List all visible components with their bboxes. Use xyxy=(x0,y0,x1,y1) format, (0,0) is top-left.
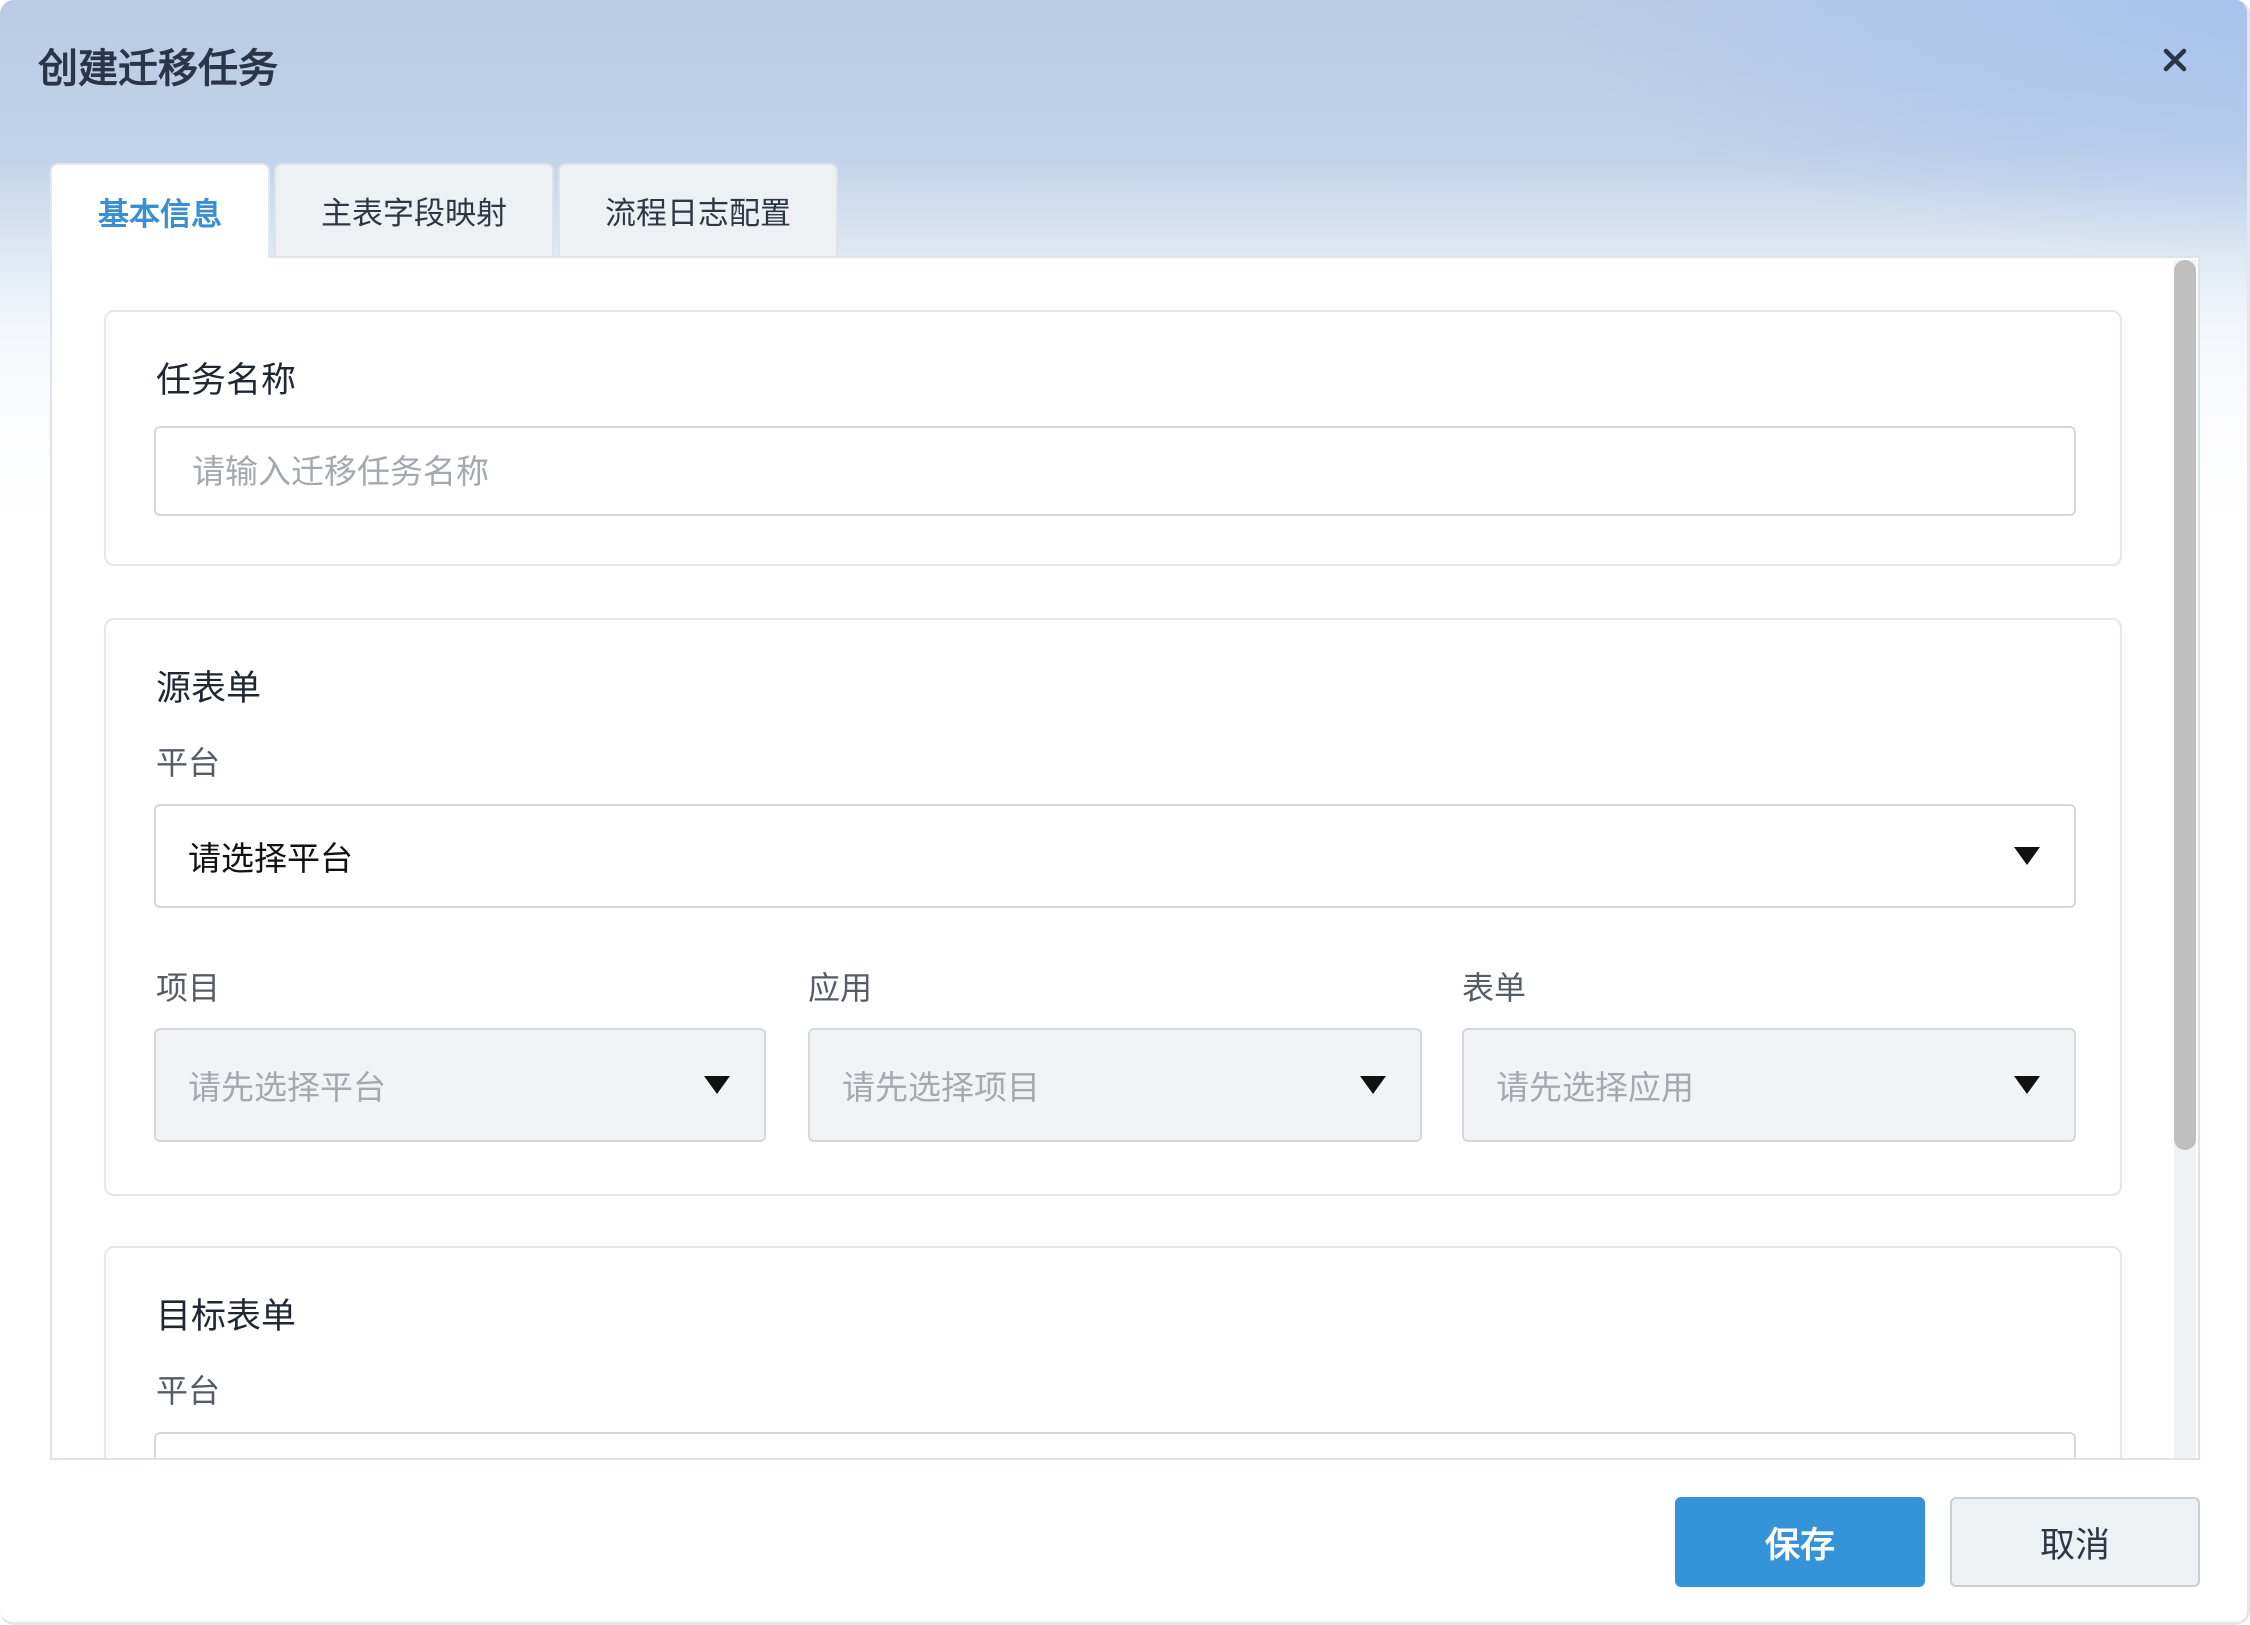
caret-down-icon xyxy=(2014,847,2040,865)
save-button[interactable]: 保存 xyxy=(1675,1497,1925,1587)
scrollbar-thumb[interactable] xyxy=(2174,260,2196,1150)
source-platform-select[interactable]: 请选择平台 xyxy=(154,804,2076,908)
source-project-select[interactable]: 请先选择平台 xyxy=(154,1028,766,1142)
source-form-value: 请先选择应用 xyxy=(1496,1068,1694,1107)
source-project-value: 请先选择平台 xyxy=(188,1068,386,1107)
source-app-value: 请先选择项目 xyxy=(842,1068,1040,1107)
caret-down-icon xyxy=(1360,1076,1386,1094)
tab-content-panel: 任务名称 源表单 平台 请选择平台 项目 请先选择平台 应用 请先选择项目 表单 xyxy=(50,256,2200,1460)
tab-process-log-config[interactable]: 流程日志配置 xyxy=(558,163,838,256)
target-platform-label: 平台 xyxy=(156,1372,221,1410)
tab-bar: 基本信息 主表字段映射 流程日志配置 xyxy=(50,163,842,258)
source-platform-value: 请选择平台 xyxy=(188,839,353,878)
caret-down-icon xyxy=(704,1076,730,1094)
close-icon xyxy=(2163,48,2187,72)
target-form-title: 目标表单 xyxy=(156,1297,297,1337)
source-form-select[interactable]: 请先选择应用 xyxy=(1462,1028,2076,1142)
source-form-card: 源表单 平台 请选择平台 项目 请先选择平台 应用 请先选择项目 表单 请先选择… xyxy=(104,618,2122,1196)
target-platform-select[interactable] xyxy=(154,1432,2076,1458)
cancel-button[interactable]: 取消 xyxy=(1950,1497,2200,1587)
dialog-title: 创建迁移任务 xyxy=(38,46,278,92)
tab-main-field-mapping[interactable]: 主表字段映射 xyxy=(274,163,554,256)
task-name-input[interactable] xyxy=(154,426,2076,516)
task-name-title: 任务名称 xyxy=(156,361,297,401)
source-project-label: 项目 xyxy=(156,969,221,1007)
create-migration-task-dialog: 创建迁移任务 基本信息 主表字段映射 流程日志配置 任务名称 源表单 平台 请选… xyxy=(0,0,2250,1625)
source-app-select[interactable]: 请先选择项目 xyxy=(808,1028,1422,1142)
tab-basic-info[interactable]: 基本信息 xyxy=(50,163,270,258)
source-form-label: 表单 xyxy=(1462,969,1527,1007)
task-name-card: 任务名称 xyxy=(104,310,2122,566)
source-form-title: 源表单 xyxy=(156,669,262,709)
close-button[interactable] xyxy=(2155,40,2195,80)
target-form-card: 目标表单 平台 xyxy=(104,1246,2122,1458)
caret-down-icon xyxy=(2014,1076,2040,1094)
source-platform-label: 平台 xyxy=(156,744,221,782)
vertical-scrollbar[interactable] xyxy=(2174,260,2196,1458)
source-app-label: 应用 xyxy=(808,969,873,1007)
